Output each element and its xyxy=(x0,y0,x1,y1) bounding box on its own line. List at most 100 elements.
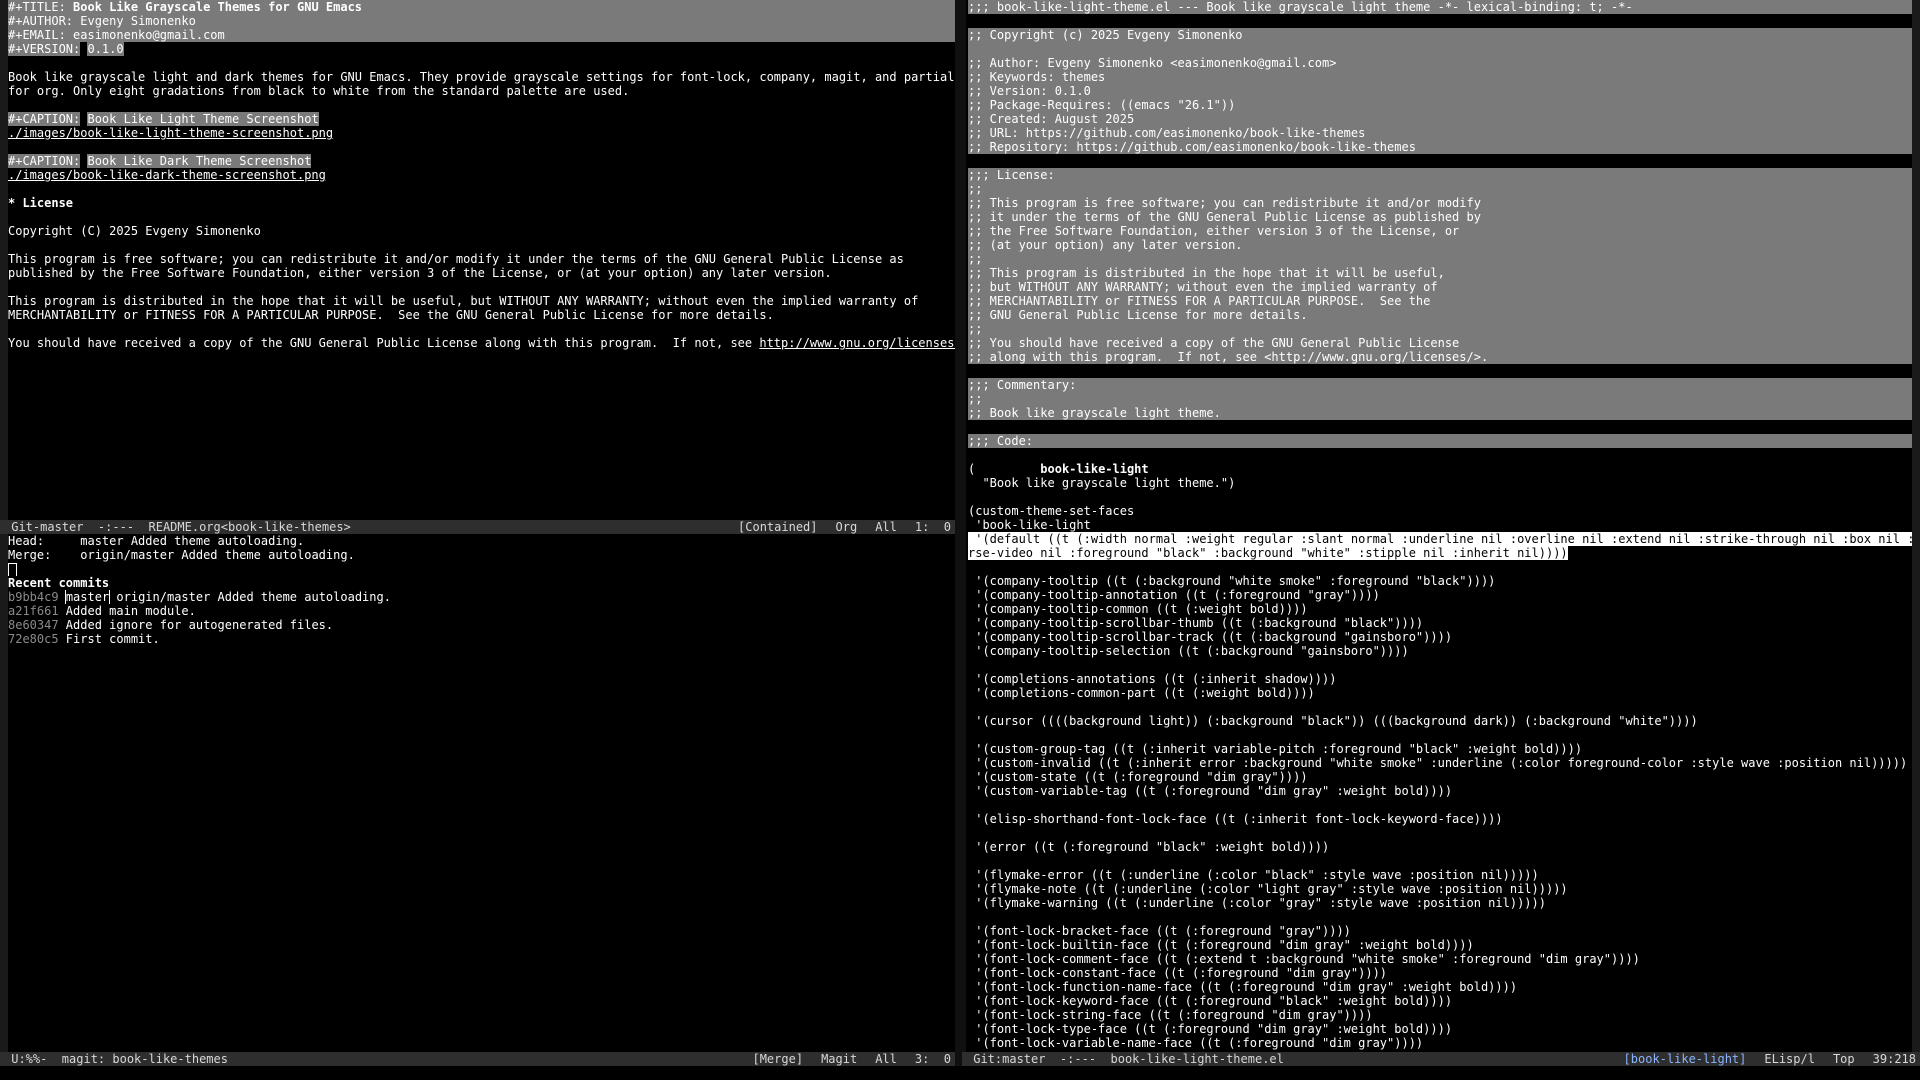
left-fringe xyxy=(0,0,8,520)
default-face-line-1: '(default ((t (:width normal :weight reg… xyxy=(968,532,1912,546)
recent-commits-heading[interactable]: Recent commits xyxy=(8,576,955,590)
comment-line: ;; Created: August 2025 xyxy=(968,112,1912,126)
commit-row[interactable]: b9bb4c9 master origin/master Added theme… xyxy=(8,590,955,604)
major-mode-indicator[interactable]: Magit xyxy=(821,1052,857,1066)
comment-line: ;;; Commentary: xyxy=(968,378,1912,392)
magit-window[interactable]: Head: master Added theme autoloading. Me… xyxy=(0,534,955,1052)
theme-name: book-like-light xyxy=(1040,462,1149,476)
comment-line: ;; the Free Software Foundation, either … xyxy=(968,224,1912,238)
line-column: 39:218 xyxy=(1872,1052,1916,1066)
buffer-position: All xyxy=(875,1052,897,1066)
minibuffer[interactable] xyxy=(0,1066,1920,1080)
face-definition: '(company-tooltip-annotation ((t (:foreg… xyxy=(968,588,1380,602)
readme-window[interactable]: #+TITLE: Book Like Grayscale Themes for … xyxy=(0,0,955,520)
face-definition: '(completions-common-part ((t (:weight b… xyxy=(968,686,1315,700)
commit-row[interactable]: a21f661 Added main module. xyxy=(8,604,955,618)
elisp-buffer[interactable]: ;;; book-like-light-theme.el --- Book li… xyxy=(968,0,1912,1050)
minor-mode-indicator[interactable]: [Merge] xyxy=(752,1052,803,1066)
face-definition: '(custom-variable-tag ((t (:foreground "… xyxy=(968,784,1453,798)
comment-line: ;; it under the terms of the GNU General… xyxy=(968,210,1912,224)
version-line: #+VERSION: 0.1.0 xyxy=(8,42,124,56)
magit-head-line[interactable]: Head: master Added theme autoloading. xyxy=(8,534,955,548)
license-paragraph-2b: MERCHANTABILITY or FITNESS FOR A PARTICU… xyxy=(8,308,774,322)
deftheme-doc: "Book like grayscale light theme.") xyxy=(968,476,1236,490)
license-paragraph-3: You should have received a copy of the G… xyxy=(8,336,955,350)
buffer-position: Top xyxy=(1832,1052,1855,1066)
comment-line: ;; Author: Evgeny Simonenko <easimonenko… xyxy=(968,56,1912,70)
face-definition: '(completions-annotations ((t (:inherit … xyxy=(968,672,1337,686)
magit-mode-line[interactable]: U:%%- magit: book-like-themes [Merge] Mag… xyxy=(0,1052,955,1066)
intro-line-1: Book like grayscale light and dark theme… xyxy=(8,70,955,84)
face-definition: '(font-lock-string-face ((t (:foreground… xyxy=(968,1008,1373,1022)
face-definition: '(font-lock-variable-name-face ((t (:for… xyxy=(968,1036,1424,1050)
face-definition: '(flymake-note ((t (:underline (:color "… xyxy=(968,882,1568,896)
comment-line: ;;; License: xyxy=(968,168,1912,182)
right-fringe xyxy=(1912,0,1920,1052)
copyright-comment: ;; Copyright (c) 2025 Evgeny Simonenko xyxy=(968,28,1912,42)
comment-line: ;; URL: https://github.com/easimonenko/b… xyxy=(968,126,1912,140)
comment-line: ;; (at your option) any later version. xyxy=(968,238,1912,252)
left-fringe xyxy=(0,534,8,1052)
comment-line: ;; Package-Requires: ((emacs "26.1")) xyxy=(968,98,1912,112)
face-definition: '(font-lock-bracket-face ((t (:foregroun… xyxy=(968,924,1351,938)
face-definition: '(flymake-error ((t (:underline (:color … xyxy=(968,868,1539,882)
readme-buffer[interactable]: #+TITLE: Book Like Grayscale Themes for … xyxy=(8,0,955,350)
link-light[interactable]: ./images/book-like-light-theme-screensho… xyxy=(8,126,955,140)
elisp-shorthand-face: '(elisp-shorthand-font-lock-face ((t (:i… xyxy=(968,812,1503,826)
face-definition: '(font-lock-keyword-face ((t (:foregroun… xyxy=(968,994,1453,1008)
gnu-licenses-link[interactable]: http://www.gnu.org/licenses/ xyxy=(759,336,955,350)
line-column: 3: 0 xyxy=(914,1052,951,1066)
commit-row[interactable]: 72e80c5 First commit. xyxy=(8,632,955,646)
default-face-line-2: rse-video nil :foreground "black" :backg… xyxy=(968,546,1568,560)
comment-line: ;; Book like grayscale light theme. xyxy=(968,406,1912,420)
line-column: 1: 0 xyxy=(914,520,951,534)
branch-label-master: master xyxy=(64,590,111,604)
comment-line: ;; but WITHOUT ANY WARRANTY; without eve… xyxy=(968,280,1912,294)
comment-line: ;; xyxy=(968,392,1912,406)
commit-row[interactable]: 8e60347 Added ignore for autogenerated f… xyxy=(8,618,955,632)
window-divider[interactable] xyxy=(955,0,966,1066)
comment-line: ;; Keywords: themes xyxy=(968,70,1912,84)
link-dark[interactable]: ./images/book-like-dark-theme-screenshot… xyxy=(8,168,955,182)
magit-buffer[interactable]: Head: master Added theme autoloading. Me… xyxy=(8,534,955,646)
comment-line: ;; MERCHANTABILITY or FITNESS FOR A PART… xyxy=(968,294,1912,308)
comment-line: ;; xyxy=(968,252,1912,266)
magit-merge-line[interactable]: Merge: origin/master Added theme autoloa… xyxy=(8,548,955,562)
face-definition: '(font-lock-comment-face ((t (:extend t … xyxy=(968,952,1640,966)
major-mode-indicator[interactable]: Org xyxy=(836,520,858,534)
face-definition: '(company-tooltip-selection ((t (:backgr… xyxy=(968,644,1409,658)
author-line: #+AUTHOR: Evgeny Simonenko xyxy=(8,14,955,28)
comment-line: ;; This program is free software; you ca… xyxy=(968,196,1912,210)
license-heading[interactable]: * License xyxy=(8,196,955,210)
face-definition: '(flymake-warning ((t (:underline (:colo… xyxy=(968,896,1546,910)
text-cursor xyxy=(8,562,17,576)
title-line: #+TITLE: Book Like Grayscale Themes for … xyxy=(8,0,955,14)
company-faces: '(company-tooltip ((t (:background "whit… xyxy=(968,574,1912,658)
face-definition: '(custom-state ((t (:foreground "dim gra… xyxy=(968,770,1308,784)
comment-line: ;; GNU General Public License for more d… xyxy=(968,308,1912,322)
font-lock-faces: '(font-lock-bracket-face ((t (:foregroun… xyxy=(968,924,1912,1050)
copyright-line: Copyright (C) 2025 Evgeny Simonenko xyxy=(8,224,261,238)
theme-quoted-name: 'book-like-light xyxy=(968,518,1091,532)
license-paragraph-1b: published by the Free Software Foundatio… xyxy=(8,266,832,280)
elisp-mode-line[interactable]: Git:master -:--- book-like-light-theme.e… xyxy=(962,1052,1920,1066)
deftheme-line: ( book-like-light xyxy=(968,462,1149,476)
face-definition: '(font-lock-function-name-face ((t (:for… xyxy=(968,980,1518,994)
face-definition: '(company-tooltip-scrollbar-track ((t (:… xyxy=(968,630,1453,644)
face-definition: '(company-tooltip ((t (:background "whit… xyxy=(968,574,1496,588)
cursor-face: '(cursor ((((background light)) (:backgr… xyxy=(968,714,1698,728)
major-mode-indicator[interactable]: ELisp/l xyxy=(1764,1052,1815,1066)
email-line: #+EMAIL: easimonenko@gmail.com xyxy=(8,28,955,42)
face-definition: '(font-lock-type-face ((t (:foreground "… xyxy=(968,1022,1453,1036)
face-definition: '(font-lock-constant-face ((t (:foregrou… xyxy=(968,966,1388,980)
license-comments: ;;; License:;;;; This program is free so… xyxy=(968,168,1912,364)
elisp-window[interactable]: ;;; book-like-light-theme.el --- Book li… xyxy=(966,0,1920,1052)
comment-line: ;; xyxy=(968,182,1912,196)
readme-mode-line[interactable]: Git-master -:--- README.org<book-like-th… xyxy=(0,520,955,534)
minor-mode-indicator[interactable]: [Contained] xyxy=(738,520,817,534)
comment-line: ;; This program is distributed in the ho… xyxy=(968,266,1912,280)
face-definition: '(custom-invalid ((t (:inherit error :ba… xyxy=(968,756,1908,770)
completions-faces: '(completions-annotations ((t (:inherit … xyxy=(968,672,1912,700)
theme-indicator[interactable]: [book-like-light] xyxy=(1624,1052,1747,1066)
comment-line: ;; You should have received a copy of th… xyxy=(968,336,1912,350)
